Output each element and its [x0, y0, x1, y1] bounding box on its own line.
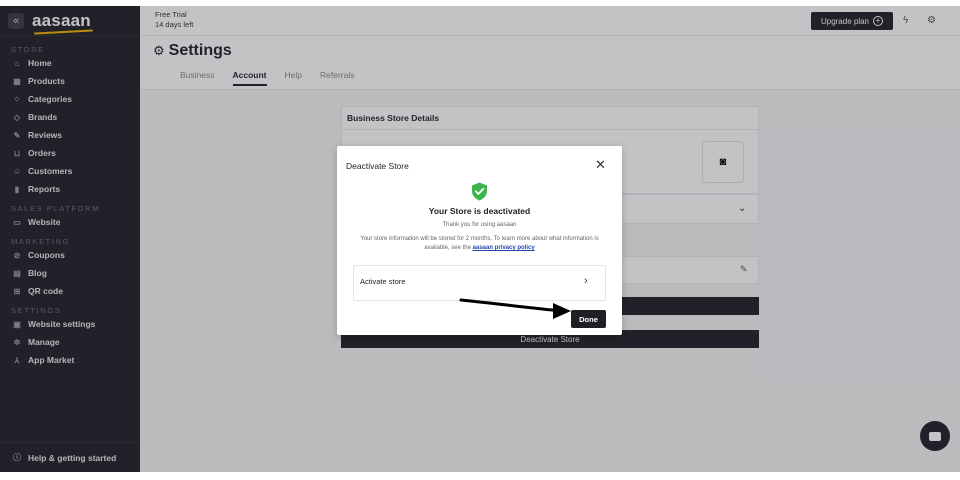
deactivate-store-modal: Deactivate Store ✕ Your Store is deactiv…: [337, 146, 622, 335]
activate-store-option[interactable]: Activate store ›: [353, 265, 606, 301]
deactivated-heading: Your Store is deactivated: [428, 206, 531, 216]
chevron-right-icon: ›: [584, 275, 588, 287]
app-frame: « aasaan STORE ⌂ Home ▦ Products ⁘ Categori…: [0, 6, 960, 472]
modal-title: Deactivate Store: [346, 161, 409, 171]
activate-store-label: Activate store: [360, 277, 406, 286]
thanks-text: Thank you for using aasaan: [442, 222, 517, 228]
close-icon[interactable]: ✕: [595, 157, 606, 173]
shield-check-icon: [472, 182, 487, 201]
done-button[interactable]: Done: [571, 310, 606, 328]
privacy-policy-link[interactable]: aasaan privacy policy: [473, 245, 535, 251]
info-text: Your store information will be stored fo…: [359, 235, 600, 253]
